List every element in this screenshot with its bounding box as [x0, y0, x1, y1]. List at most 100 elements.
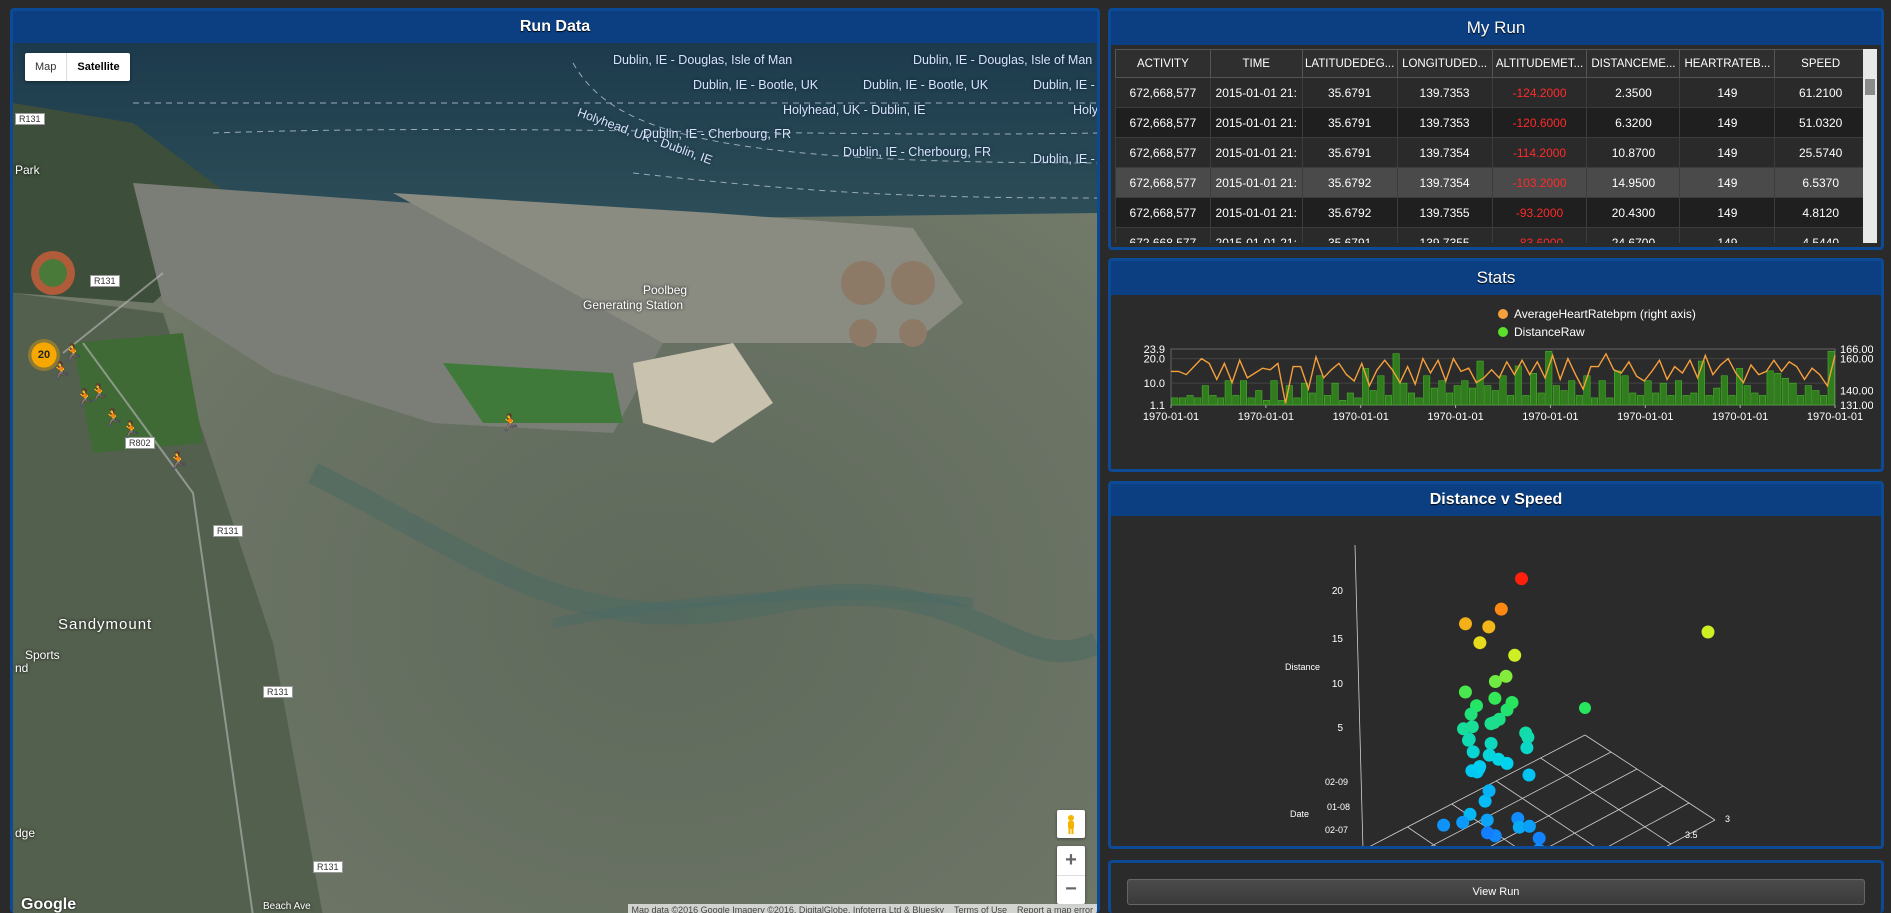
- table-row[interactable]: 672,668,577 2015-01-01 21: 35.6791 139.7…: [1115, 107, 1867, 138]
- distance-bar[interactable]: [1308, 392, 1316, 406]
- scatter-point[interactable]: [1482, 620, 1496, 634]
- distance-bar[interactable]: [1583, 375, 1591, 406]
- distance-bar[interactable]: [1682, 395, 1690, 406]
- distance-bar[interactable]: [1446, 392, 1454, 406]
- scatter-point[interactable]: [1456, 815, 1470, 829]
- zoom-in-button[interactable]: +: [1057, 846, 1085, 876]
- distance-bar[interactable]: [1178, 397, 1186, 406]
- distance-bar[interactable]: [1591, 397, 1599, 406]
- distance-bar[interactable]: [1759, 395, 1766, 406]
- satellite-map[interactable]: Dublin, IE - Douglas, Isle of Man Dublin…: [13, 43, 1097, 913]
- distance-bar[interactable]: [1522, 395, 1530, 406]
- distance-bar[interactable]: [1171, 397, 1179, 406]
- column-header-time[interactable]: TIME: [1209, 49, 1303, 78]
- distance-bar[interactable]: [1606, 397, 1614, 406]
- column-header-distance[interactable]: DISTANCEME...: [1586, 49, 1681, 78]
- runner-marker-icon[interactable]: 🏃: [89, 383, 109, 403]
- distance-bar[interactable]: [1743, 385, 1751, 406]
- scatter-point[interactable]: [1522, 768, 1536, 782]
- map-type-satellite-button[interactable]: Satellite: [66, 53, 129, 81]
- distance-bar[interactable]: [1430, 387, 1438, 406]
- distance-bar[interactable]: [1652, 392, 1660, 406]
- distance-bar[interactable]: [1209, 395, 1217, 406]
- distance-bar[interactable]: [1644, 380, 1652, 406]
- distance-bar[interactable]: [1720, 375, 1728, 406]
- scatter-point[interactable]: [1437, 818, 1451, 832]
- distance-bar[interactable]: [1636, 395, 1644, 406]
- distance-bar[interactable]: [1194, 397, 1202, 406]
- distance-bar[interactable]: [1369, 390, 1377, 406]
- scatter-point[interactable]: [1488, 691, 1502, 705]
- distance-bar[interactable]: [1476, 360, 1484, 406]
- distance-bar[interactable]: [1438, 380, 1446, 406]
- table-row-selected[interactable]: 672,668,577 2015-01-01 21: 35.6792 139.7…: [1115, 167, 1867, 198]
- scatter-point[interactable]: [1701, 625, 1715, 639]
- column-header-longitude[interactable]: LONGITUDED...: [1396, 49, 1493, 78]
- scatter-point[interactable]: [1505, 696, 1519, 709]
- distance-bar[interactable]: [1217, 397, 1225, 406]
- distance-bar[interactable]: [1629, 392, 1637, 406]
- terms-link[interactable]: Terms of Use: [954, 905, 1007, 913]
- distance-bar[interactable]: [1461, 380, 1469, 406]
- distance-bar[interactable]: [1797, 395, 1805, 406]
- scatter-point[interactable]: [1515, 572, 1528, 586]
- distance-bar[interactable]: [1530, 373, 1537, 406]
- distance-bar[interactable]: [1781, 377, 1789, 406]
- scatter-point[interactable]: [1532, 831, 1546, 845]
- scatter-point[interactable]: [1484, 737, 1498, 750]
- table-row[interactable]: 672,668,577 2015-01-01 21: 35.6791 139.7…: [1115, 77, 1867, 108]
- scatter-point[interactable]: [1464, 707, 1478, 721]
- distance-bar[interactable]: [1469, 387, 1476, 406]
- distance-bar[interactable]: [1690, 392, 1698, 406]
- distance-bar[interactable]: [1346, 392, 1354, 406]
- distance-bar[interactable]: [1667, 395, 1675, 406]
- scatter-point[interactable]: [1481, 826, 1494, 840]
- distance-bar[interactable]: [1812, 390, 1820, 406]
- distance-bar[interactable]: [1560, 390, 1568, 406]
- distance-bar[interactable]: [1400, 382, 1408, 406]
- distance-bar[interactable]: [1705, 395, 1713, 406]
- distance-bar[interactable]: [1201, 385, 1209, 406]
- distance-bar[interactable]: [1415, 397, 1423, 406]
- distance-bar[interactable]: [1270, 380, 1278, 406]
- scatter-point[interactable]: [1520, 741, 1534, 755]
- report-error-link[interactable]: Report a map error: [1017, 905, 1093, 913]
- distance-bar[interactable]: [1224, 380, 1232, 406]
- scatter-point[interactable]: [1500, 756, 1514, 770]
- table-scrollbar[interactable]: [1863, 49, 1877, 243]
- distance-bar[interactable]: [1385, 395, 1392, 406]
- distance-bar[interactable]: [1354, 397, 1362, 406]
- distance-bar[interactable]: [1804, 385, 1812, 406]
- distance-bar[interactable]: [1262, 400, 1270, 406]
- scatter-point[interactable]: [1472, 762, 1486, 776]
- distance-bar[interactable]: [1575, 395, 1583, 406]
- distance-bar[interactable]: [1713, 387, 1721, 406]
- distance-bar[interactable]: [1659, 382, 1667, 406]
- pegman-icon[interactable]: [1057, 810, 1085, 838]
- run-data-grid[interactable]: ACTIVITY TIME LATITUDEDEG... LONGITUDED.…: [1115, 49, 1877, 243]
- scatter-3d-chart[interactable]: 5 10 15 20 Distance Date 02-09 01-08 02-07 3 3.5: [1115, 520, 1877, 846]
- scatter-point[interactable]: [1466, 745, 1480, 759]
- distance-bar[interactable]: [1377, 375, 1385, 406]
- scatter-point[interactable]: [1462, 732, 1476, 746]
- table-row[interactable]: 672,668,577 2015-01-01 21: 35.6792 139.7…: [1115, 197, 1867, 228]
- runner-marker-icon[interactable]: 🏃: [63, 343, 83, 363]
- distance-bar[interactable]: [1491, 390, 1499, 406]
- runner-marker-icon[interactable]: 🏃: [121, 420, 141, 440]
- scrollbar-thumb[interactable]: [1865, 79, 1875, 95]
- distance-bar[interactable]: [1507, 395, 1515, 406]
- scatter-point[interactable]: [1473, 636, 1487, 650]
- table-row[interactable]: 672,668,577 2015-01-01 21: 35.6791 139.7…: [1115, 227, 1867, 243]
- scatter-point[interactable]: [1522, 819, 1536, 833]
- distance-bar[interactable]: [1316, 375, 1324, 406]
- distance-bar[interactable]: [1484, 385, 1492, 406]
- view-run-button[interactable]: View Run: [1127, 879, 1865, 905]
- distance-bar[interactable]: [1186, 395, 1194, 406]
- scatter-point[interactable]: [1508, 648, 1522, 662]
- column-header-activity[interactable]: ACTIVITY: [1115, 49, 1211, 78]
- runner-marker-icon[interactable]: 🏃: [500, 413, 520, 433]
- scatter-point[interactable]: [1579, 702, 1591, 714]
- distance-bar[interactable]: [1614, 370, 1621, 406]
- scatter-point[interactable]: [1499, 669, 1513, 683]
- column-header-speed[interactable]: SPEED: [1774, 49, 1867, 78]
